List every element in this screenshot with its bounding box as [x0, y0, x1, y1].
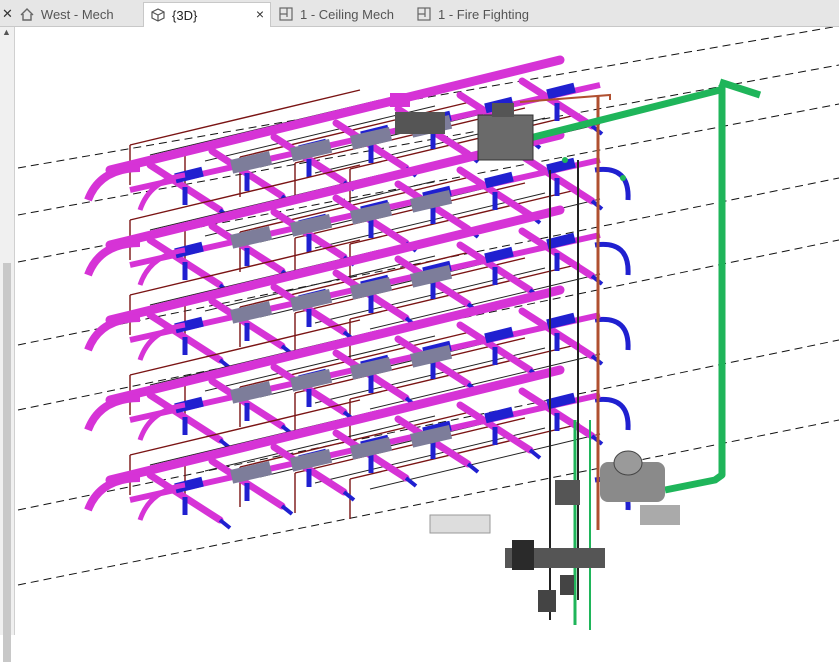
- valve: [538, 590, 556, 612]
- duct-elbow: [84, 314, 141, 352]
- tab-label: 1 - Ceiling Mech: [300, 6, 394, 22]
- tab-label: 1 - Fire Fighting: [438, 6, 530, 22]
- pipe-fitting: [620, 175, 626, 181]
- tab-ceiling-mech[interactable]: 1 - Ceiling Mech: [272, 2, 407, 26]
- diffuser: [466, 462, 480, 474]
- pump: [613, 450, 643, 476]
- close-icon[interactable]: ×: [256, 6, 264, 22]
- tab-label: {3D}: [172, 7, 198, 23]
- scrollbar-thumb[interactable]: [3, 263, 11, 662]
- tank: [555, 480, 580, 505]
- equipment-base: [640, 505, 680, 525]
- mep-3d-model[interactable]: [15, 27, 839, 635]
- diffuser: [342, 490, 356, 502]
- 3d-model-viewport[interactable]: [15, 27, 839, 635]
- duct-elbow: [594, 166, 631, 201]
- diffuser: [484, 246, 514, 264]
- diffuser: [484, 406, 514, 424]
- tab-3d[interactable]: {3D} ×: [143, 2, 271, 27]
- duct-elbow: [594, 241, 631, 276]
- floor-plan-view-icon: [416, 6, 432, 22]
- diffuser: [484, 326, 514, 344]
- close-icon[interactable]: ✕: [2, 6, 13, 22]
- floor-plan-view-icon: [278, 6, 294, 22]
- pump: [512, 540, 534, 570]
- duct-elbow: [594, 316, 631, 351]
- pipe-line: [294, 417, 526, 513]
- tab-west-mech[interactable]: ✕ West - Mech: [0, 2, 143, 26]
- duct-riser: [390, 93, 410, 107]
- air-handling-unit: [395, 112, 445, 134]
- equipment-base: [429, 514, 491, 534]
- tab-fire-fighting[interactable]: 1 - Fire Fighting: [410, 2, 550, 26]
- scroll-up-icon[interactable]: ▲: [2, 27, 11, 37]
- duct-elbow: [594, 396, 631, 431]
- duct-elbow: [84, 394, 141, 432]
- diffuser: [528, 448, 542, 460]
- vertical-scrollbar[interactable]: ▲: [0, 27, 15, 662]
- duct-elbow: [84, 474, 141, 512]
- duct-elbow: [84, 164, 141, 202]
- fire-main-pipe: [529, 78, 762, 494]
- valve: [560, 575, 574, 595]
- diffuser: [280, 504, 294, 516]
- rooftop-unit: [477, 114, 534, 161]
- tab-label: West - Mech: [40, 6, 114, 22]
- duct-elbow: [84, 239, 141, 277]
- elevation-view-icon: [19, 6, 35, 22]
- rooftop-unit-fan: [492, 103, 514, 117]
- pipe-fitting: [562, 157, 568, 163]
- grid-line: [17, 27, 837, 169]
- grid-line: [17, 419, 839, 586]
- 3d-view-icon: [150, 7, 166, 23]
- grid-line: [17, 339, 839, 511]
- diffuser: [218, 518, 232, 530]
- view-tab-bar: ✕ West - Mech {3D} × 1 - Ceiling Mech 1 …: [0, 0, 839, 27]
- diffuser: [484, 171, 514, 189]
